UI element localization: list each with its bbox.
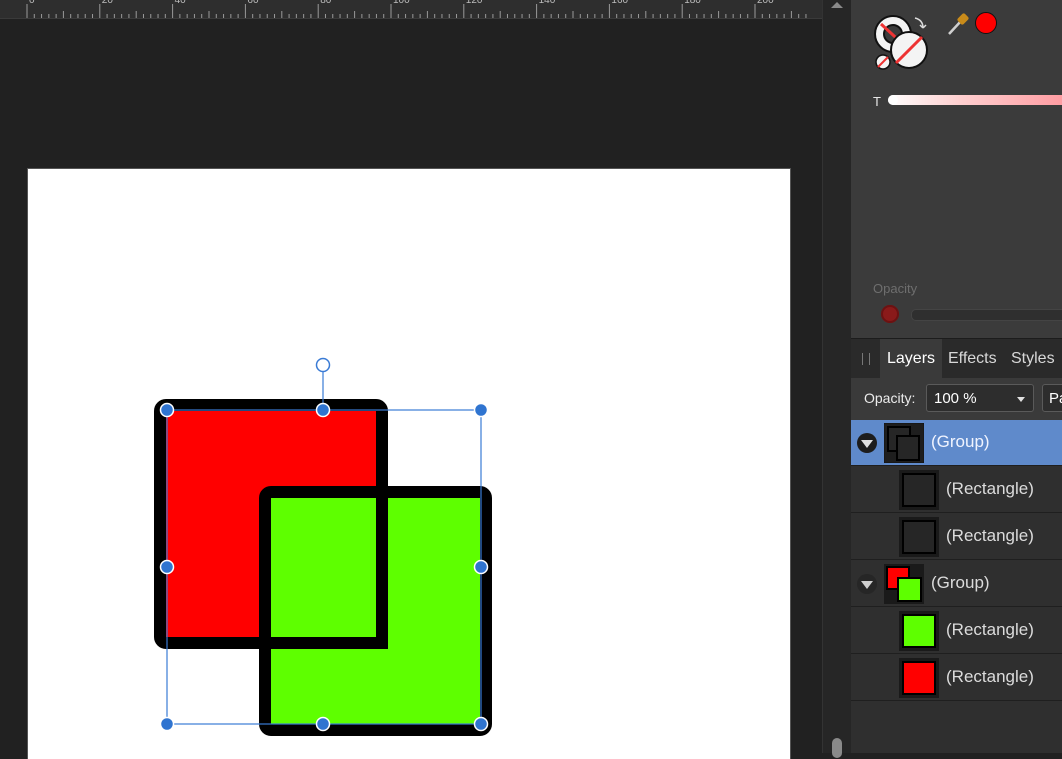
tab-effects[interactable]: Effects [941, 339, 1004, 379]
expand-triangle-icon[interactable] [857, 433, 877, 453]
ruler-label: 0 [29, 0, 35, 6]
t-label: T [873, 94, 881, 109]
tab-styles[interactable]: Styles [1004, 339, 1062, 379]
layer-name: (Rectangle) [946, 667, 1034, 686]
ruler-label: 180 [684, 0, 701, 6]
tint-slider[interactable] [888, 95, 1062, 105]
layer-name: (Rectangle) [946, 620, 1034, 639]
layer-row-rectangle-green[interactable]: (Rectangle) [851, 608, 1062, 654]
vertical-scrollbar[interactable] [822, 0, 851, 758]
layers-list: (Group) (Rectangle) (Rectangle) (Group) … [851, 420, 1062, 753]
layer-name: (Rectangle) [946, 479, 1034, 498]
ruler-label: 40 [175, 0, 187, 6]
chevron-down-icon [1017, 397, 1025, 402]
panel-grip-icon[interactable] [862, 353, 870, 365]
opacity-color-dot[interactable] [881, 305, 899, 323]
horizontal-ruler[interactable]: 0 20 40 60 80 100 120 140 160 180 200 [0, 0, 822, 19]
panel-tabs: Layers Effects Styles [851, 338, 1062, 379]
right-panel: T Opacity Layers Effects Styles Opacity:… [851, 0, 1062, 753]
layer-name: (Group) [931, 573, 990, 592]
eyedropper-icon[interactable] [946, 11, 970, 37]
ruler-ticks: 0 20 40 60 80 100 120 140 160 180 200 [26, 0, 807, 18]
color-opacity-label: Opacity [873, 281, 918, 296]
ruler-label: 60 [247, 0, 259, 6]
layer-opacity-select[interactable]: 100 % [926, 384, 1034, 412]
layer-thumbnail [899, 470, 939, 510]
blend-mode-label: Pa [1049, 390, 1062, 407]
document-page[interactable] [28, 169, 790, 759]
opacity-slider[interactable] [911, 309, 1062, 321]
layer-thumbnail [899, 611, 939, 651]
tint-slider-knob[interactable] [888, 95, 898, 105]
layer-row-rectangle[interactable]: (Rectangle) [851, 467, 1062, 513]
layer-opacity-value: 100 % [934, 390, 977, 407]
fill-stroke-swap-icon[interactable] [871, 10, 937, 74]
ruler-label: 140 [539, 0, 556, 6]
layer-thumbnail [884, 423, 924, 463]
layer-opacity-label: Opacity: [864, 390, 916, 406]
layer-thumbnail [899, 658, 939, 698]
current-color-swatch[interactable] [975, 12, 997, 34]
ruler-label: 200 [757, 0, 774, 6]
expand-triangle-icon[interactable] [857, 574, 877, 594]
layer-row-rectangle-red[interactable]: (Rectangle) [851, 655, 1062, 701]
layer-thumbnail [899, 517, 939, 557]
scroll-thumb[interactable] [832, 738, 842, 758]
layer-row-group-1[interactable]: (Group) [851, 420, 1062, 466]
ruler-label: 80 [320, 0, 332, 6]
color-panel: T Opacity [851, 0, 1062, 338]
tab-layers[interactable]: Layers [880, 339, 943, 379]
blend-mode-button[interactable]: Pa [1042, 384, 1062, 412]
layer-row-rectangle[interactable]: (Rectangle) [851, 514, 1062, 560]
layer-name: (Group) [931, 432, 990, 451]
layer-row-group-2[interactable]: (Group) [851, 561, 1062, 607]
ruler-label: 120 [466, 0, 483, 6]
layer-thumbnail [884, 564, 924, 604]
ruler-label: 160 [611, 0, 628, 6]
layer-name: (Rectangle) [946, 526, 1034, 545]
ruler-label: 100 [393, 0, 410, 6]
scroll-up-arrow-icon[interactable] [831, 2, 843, 8]
ruler-label: 20 [102, 0, 114, 6]
layer-opacity-row: Opacity: 100 % Pa [851, 378, 1062, 420]
